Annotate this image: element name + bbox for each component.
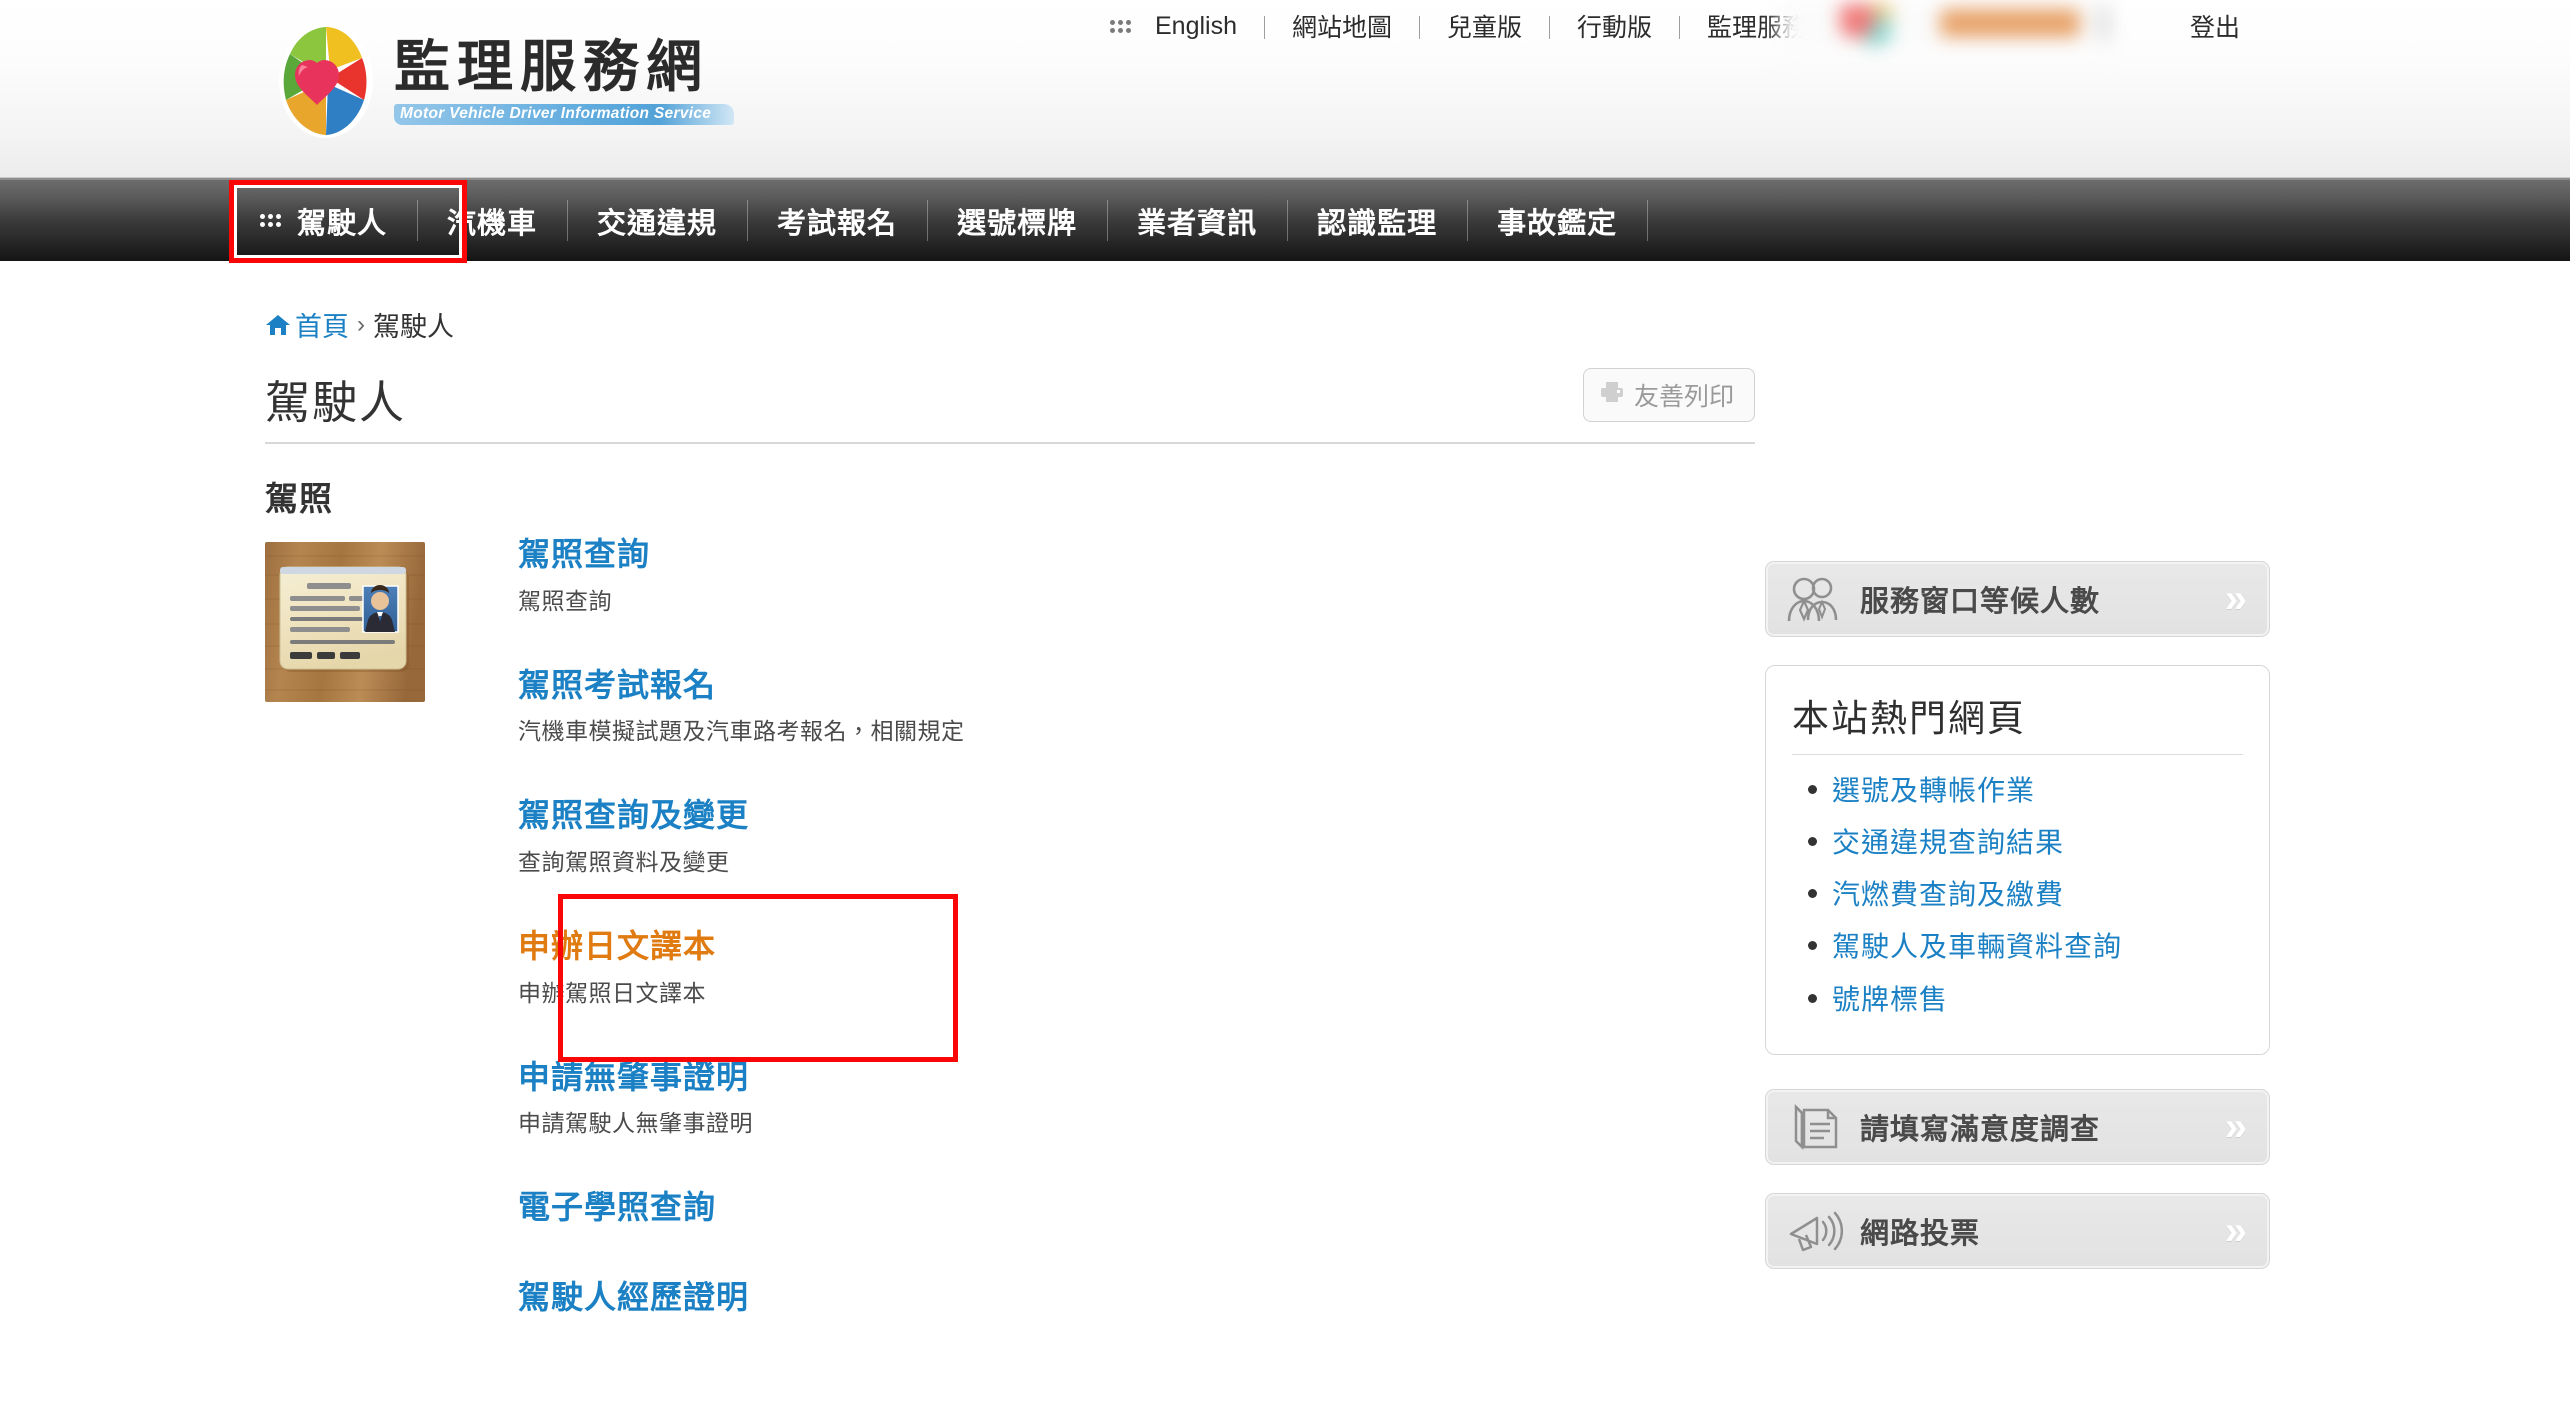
service-item: 駕照查詢 駕照查詢 (518, 534, 965, 637)
nav-item-exam-registration[interactable]: 考試報名 (747, 180, 927, 261)
chevron-double-right-icon: » (2224, 1104, 2247, 1149)
sidebar-button-satisfaction-survey[interactable]: 請填寫滿意度調查 » (1765, 1088, 2270, 1165)
list-item: 汽燃費查詢及繳費 (1792, 871, 2243, 923)
friendly-print-label: 友善列印 (1633, 383, 1734, 411)
util-link-mobile[interactable]: 行動版 (1575, 8, 1654, 44)
nav-item-accident-appraisal[interactable]: 事故鑑定 (1467, 180, 1647, 261)
nav-item-label: 汽機車 (447, 207, 538, 240)
chevron-double-right-icon: » (2224, 1208, 2247, 1253)
logout-link[interactable]: 登出 (2190, 8, 2240, 44)
nav-item-plate-selection[interactable]: 選號標牌 (927, 180, 1107, 261)
util-link-sitemap[interactable]: 網站地圖 (1290, 8, 1394, 44)
service-list-area: 駕照查詢 駕照查詢 駕照考試報名 汽機車模擬試題及汽車路考報名，相關規定 駕照查… (265, 534, 1755, 1338)
list-item: 交通違規查詢結果 (1792, 819, 2243, 871)
util-separator: ｜ (1668, 15, 1692, 41)
service-link-japanese-translation[interactable]: 申辦日文譯本 (518, 926, 716, 968)
logo-mark-icon (272, 20, 380, 142)
service-item: 駕照考試報名 汽機車模擬試題及汽車路考報名，相關規定 (518, 665, 965, 768)
sidebar-popular-pages-card: 本站熱門網頁 選號及轉帳作業 交通違規查詢結果 汽燃費查詢及繳費 駕駛人及車輛資… (1765, 665, 2270, 1055)
list-item: 號牌標售 (1792, 976, 2243, 1028)
service-desc: 汽機車模擬試題及汽車路考報名，相關規定 (518, 718, 965, 745)
nav-trailing-divider (1647, 180, 1649, 261)
home-icon (265, 313, 291, 337)
utility-link-bar: English ｜ 網站地圖 ｜ 兒童版 ｜ 行動版 ｜ 監理服務 A (1110, 8, 1833, 44)
nav-item-label: 認識監理 (1317, 207, 1438, 240)
service-desc: 駕照查詢 (518, 587, 612, 614)
service-link-exam-registration[interactable]: 駕照考試報名 (518, 665, 716, 707)
nav-item-label: 交通違規 (597, 207, 718, 240)
list-item: 選號及轉帳作業 (1792, 767, 2243, 819)
sidebar-button-service-queue[interactable]: 服務窗口等候人數 » (1765, 561, 2270, 637)
site-logo[interactable]: 監理服務網 Motor Vehicle Driver Information S… (272, 20, 734, 142)
popular-link-driver-vehicle-data[interactable]: 駕駛人及車輛資料查詢 (1832, 931, 2122, 962)
survey-icon (1784, 1103, 1846, 1151)
util-separator: ｜ (1408, 15, 1432, 41)
page-title-row: 駕駛人 友善列印 (265, 350, 1755, 444)
util-link-english[interactable]: English (1153, 12, 1239, 41)
page-title: 駕駛人 (265, 376, 407, 428)
nav-item-vehicles[interactable]: 汽機車 (417, 180, 567, 261)
site-header: 監理服務網 Motor Vehicle Driver Information S… (0, 0, 2570, 178)
nav-item-about-dmv[interactable]: 認識監理 (1287, 180, 1467, 261)
nav-item-label: 選號標牌 (957, 207, 1078, 240)
sidebar-button-online-vote[interactable]: 網路投票 » (1765, 1192, 2270, 1269)
main-column: 首頁 › 駕駛人 駕駛人 友善列印 駕照 駕照查詢 駕照查詢 駕照考試報名 汽機… (265, 283, 1755, 1338)
sidebar-button-label: 請填寫滿意度調查 (1860, 1113, 2101, 1146)
printer-icon (1600, 381, 1624, 410)
nav-item-drivers[interactable]: 駕駛人 (230, 180, 417, 261)
popular-link-plate-auction[interactable]: 號牌標售 (1832, 984, 1948, 1015)
util-link-app[interactable]: 監理服務 A (1705, 8, 1833, 44)
service-list: 駕照查詢 駕照查詢 駕照考試報名 汽機車模擬試題及汽車路考報名，相關規定 駕照查… (518, 534, 965, 1338)
popular-link-plate-selection-transfer[interactable]: 選號及轉帳作業 (1832, 775, 2035, 806)
service-item: 電子學照查詢 (518, 1187, 965, 1249)
service-item: 申請無肇事證明 申請駕駛人無肇事證明 (518, 1057, 965, 1160)
service-link-license-query-change[interactable]: 駕照查詢及變更 (518, 795, 749, 837)
main-navigation: 駕駛人 汽機車 交通違規 考試報名 選號標牌 業者資訊 認識監理 事故鑑定 (0, 178, 2570, 263)
util-separator: ｜ (1253, 15, 1276, 41)
service-link-electronic-learner-permit[interactable]: 電子學照查詢 (518, 1187, 716, 1229)
chevron-double-right-icon: » (2224, 577, 2247, 621)
accessibility-anchor-icon (260, 214, 281, 227)
nav-item-label: 考試報名 (777, 207, 898, 240)
service-item-japanese-translation: 申辦日文譯本 申辦駕照日文譯本 (518, 926, 965, 1029)
service-item: 駕駛人經歷證明 (518, 1277, 965, 1339)
list-item: 駕駛人及車輛資料查詢 (1792, 923, 2243, 975)
nav-item-label: 事故鑑定 (1497, 207, 1618, 240)
megaphone-icon (1784, 1207, 1846, 1255)
service-desc: 申請駕駛人無肇事證明 (518, 1110, 753, 1137)
sidebar: 服務窗口等候人數 » 本站熱門網頁 選號及轉帳作業 交通違規查詢結果 汽燃費查詢… (1765, 561, 2270, 1297)
nav-item-industry-info[interactable]: 業者資訊 (1107, 180, 1287, 261)
service-desc: 查詢駕照資料及變更 (518, 848, 730, 875)
logo-english-text: Motor Vehicle Driver Information Service (400, 105, 712, 122)
service-link-license-query[interactable]: 駕照查詢 (518, 534, 650, 576)
driver-license-card-image (265, 542, 425, 702)
page-root: 監理服務網 Motor Vehicle Driver Information S… (0, 0, 2570, 1418)
popular-link-fuel-fee[interactable]: 汽燃費查詢及繳費 (1832, 879, 2064, 910)
popular-pages-list: 選號及轉帳作業 交通違規查詢結果 汽燃費查詢及繳費 駕駛人及車輛資料查詢 號牌標… (1792, 767, 2243, 1028)
friendly-print-button[interactable]: 友善列印 (1582, 368, 1755, 422)
breadcrumb-separator: › (357, 310, 365, 338)
util-separator: ｜ (1538, 15, 1562, 41)
service-desc: 申辦駕照日文譯本 (518, 979, 706, 1006)
logo-chinese-text: 監理服務網 (394, 34, 709, 100)
util-link-kids[interactable]: 兒童版 (1445, 8, 1524, 44)
nav-item-label: 駕駛人 (297, 207, 388, 240)
popular-link-violation-results[interactable]: 交通違規查詢結果 (1832, 827, 2064, 858)
nav-item-label: 業者資訊 (1137, 207, 1258, 240)
nav-item-violations[interactable]: 交通違規 (567, 180, 747, 261)
accessibility-anchor-icon[interactable] (1110, 19, 1131, 33)
sidebar-card-title: 本站熱門網頁 (1792, 688, 2243, 755)
service-item: 駕照查詢及變更 查詢駕照資料及變更 (518, 795, 965, 898)
people-icon (1784, 575, 1846, 623)
sidebar-button-label: 網路投票 (1860, 1217, 1981, 1250)
service-link-driver-experience-certificate[interactable]: 駕駛人經歷證明 (518, 1277, 749, 1319)
breadcrumb: 首頁 › 駕駛人 (265, 283, 1755, 350)
sidebar-button-label: 服務窗口等候人數 (1860, 586, 2101, 618)
service-link-no-accident-certificate[interactable]: 申請無肇事證明 (518, 1057, 749, 1099)
section-heading-license: 駕照 (265, 480, 333, 517)
breadcrumb-current: 駕駛人 (373, 312, 454, 342)
breadcrumb-home-link[interactable]: 首頁 (295, 305, 349, 344)
